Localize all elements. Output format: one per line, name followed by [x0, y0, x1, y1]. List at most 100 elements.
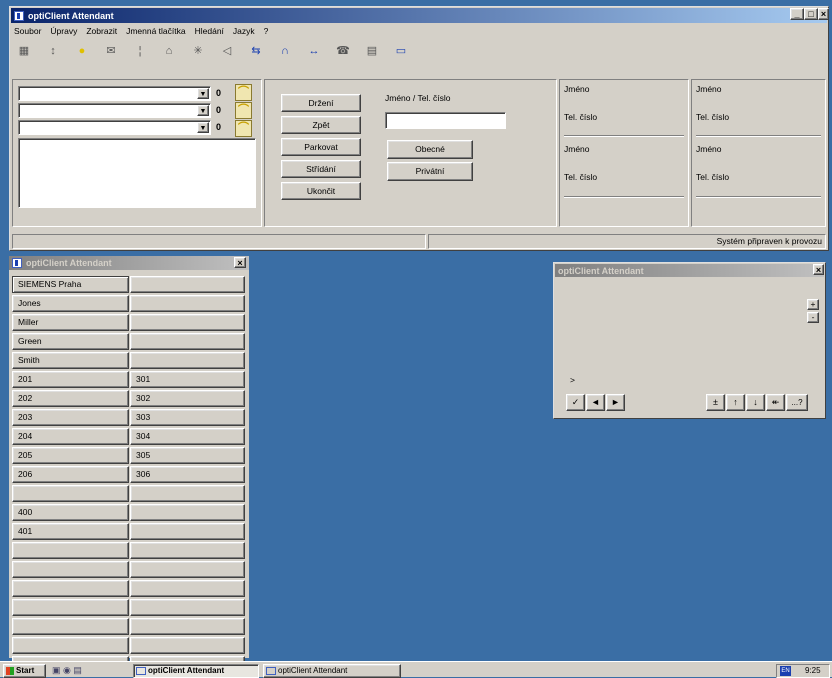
scroll-up-button[interactable]: +: [807, 299, 819, 310]
name-key-button[interactable]: 303: [130, 409, 245, 426]
name-key-button[interactable]: Smith: [12, 352, 129, 369]
close-button[interactable]: ×: [813, 264, 824, 275]
name-key-button[interactable]: [12, 637, 129, 654]
name-key-button[interactable]: 205: [12, 447, 129, 464]
name-key-button[interactable]: SIEMENS Praha: [12, 276, 129, 293]
name-key-button[interactable]: Jones: [12, 295, 129, 312]
menu-soubor[interactable]: Soubor: [13, 25, 42, 39]
minimize-button[interactable]: _: [790, 8, 804, 20]
name-key-button[interactable]: [130, 295, 245, 312]
right-arrow-button[interactable]: ►: [606, 394, 625, 411]
name-key-button[interactable]: [12, 561, 129, 578]
handset-icon[interactable]: ⌒: [235, 120, 252, 137]
toggle-button[interactable]: Střídání: [281, 160, 361, 178]
park-button[interactable]: Parkovat: [281, 138, 361, 156]
pin-icon[interactable]: ↕: [45, 43, 61, 59]
name-key-button[interactable]: [130, 276, 245, 293]
dialpad-title-bar[interactable]: optiClient Attendant: [555, 264, 824, 277]
menu-jazyk[interactable]: Jazyk: [232, 25, 256, 39]
backspace-button[interactable]: ↞: [766, 394, 785, 411]
name-key-button[interactable]: [130, 523, 245, 540]
chevron-down-icon[interactable]: ▼: [197, 88, 209, 99]
name-key-button[interactable]: 203: [12, 409, 129, 426]
handset-icon[interactable]: ⌒: [235, 84, 252, 101]
name-key-button[interactable]: [130, 580, 245, 597]
main-title-bar[interactable]: optiClient Attendant: [11, 8, 827, 23]
start-button[interactable]: Start: [3, 664, 46, 678]
name-key-button[interactable]: [130, 637, 245, 654]
phonebook-icon[interactable]: ☎: [335, 43, 351, 59]
spark-icon[interactable]: ✳: [190, 43, 206, 59]
back-button[interactable]: Zpět: [281, 116, 361, 134]
name-key-button[interactable]: 304: [130, 428, 245, 445]
headset-icon[interactable]: ∩: [277, 43, 293, 59]
chevron-down-icon[interactable]: ▼: [197, 105, 209, 116]
envelope-icon[interactable]: ✉: [103, 43, 119, 59]
name-key-button[interactable]: [130, 314, 245, 331]
private-button[interactable]: Privátní: [387, 162, 473, 181]
menu-hledani[interactable]: Hledání: [194, 25, 225, 39]
language-indicator[interactable]: EN: [780, 666, 791, 676]
line-combo-1[interactable]: ▼: [18, 86, 211, 101]
folder-icon[interactable]: ▤: [364, 43, 380, 59]
hands-icon[interactable]: ⌂: [161, 43, 177, 59]
name-key-button[interactable]: [130, 485, 245, 502]
name-key-button[interactable]: [130, 618, 245, 635]
up-arrow-button[interactable]: ↑: [726, 394, 745, 411]
arrows-icon[interactable]: ↔: [306, 43, 322, 59]
confirm-button[interactable]: ✓: [566, 394, 585, 411]
name-key-button[interactable]: 204: [12, 428, 129, 445]
name-key-button[interactable]: 401: [12, 523, 129, 540]
name-key-button[interactable]: [130, 561, 245, 578]
screen-icon[interactable]: ▭: [393, 43, 409, 59]
maximize-button[interactable]: □: [804, 8, 818, 20]
menu-help[interactable]: ?: [263, 25, 270, 39]
name-key-button[interactable]: [130, 504, 245, 521]
name-key-button[interactable]: [130, 599, 245, 616]
keypad-icon[interactable]: ▦: [16, 43, 32, 59]
name-key-button[interactable]: Miller: [12, 314, 129, 331]
desktop-icon[interactable]: ▣: [52, 665, 61, 675]
left-arrow-button[interactable]: ◄: [586, 394, 605, 411]
name-key-button[interactable]: Green: [12, 333, 129, 350]
handset-icon[interactable]: ⌒: [235, 102, 252, 119]
menu-jmenna-tlacitka[interactable]: Jmenná tlačítka: [125, 25, 187, 39]
menu-zobrazit[interactable]: Zobrazit: [85, 25, 118, 39]
close-button[interactable]: ×: [234, 257, 246, 268]
name-key-button[interactable]: [130, 352, 245, 369]
name-number-input[interactable]: [385, 112, 506, 129]
name-key-button[interactable]: 302: [130, 390, 245, 407]
name-key-button[interactable]: [130, 333, 245, 350]
name-key-button[interactable]: 202: [12, 390, 129, 407]
list-title-bar[interactable]: optiClient Attendant: [9, 256, 249, 270]
name-key-button[interactable]: [12, 542, 129, 559]
help-button[interactable]: ...?: [786, 394, 808, 411]
plus-minus-button[interactable]: ±: [706, 394, 725, 411]
name-key-button[interactable]: 305: [130, 447, 245, 464]
scroll-down-button[interactable]: -: [807, 312, 819, 323]
line-combo-3[interactable]: ▼: [18, 120, 211, 135]
transfer-icon[interactable]: ⇆: [248, 43, 264, 59]
browser-icon[interactable]: ◉: [63, 665, 71, 675]
speaker-icon[interactable]: ◁: [219, 43, 235, 59]
contact-panel-1[interactable]: Jméno Tel. číslo Jméno Tel. číslo: [559, 79, 689, 227]
bulb-icon[interactable]: ●: [74, 43, 90, 59]
close-button[interactable]: ×: [818, 8, 829, 20]
public-button[interactable]: Obecné: [387, 140, 473, 159]
name-key-button[interactable]: 301: [130, 371, 245, 388]
task-button[interactable]: optiClient Attendant: [263, 664, 401, 678]
down-arrow-button[interactable]: ↓: [746, 394, 765, 411]
end-call-button[interactable]: Ukončit: [281, 182, 361, 200]
explorer-icon[interactable]: ▤: [73, 665, 82, 675]
name-key-button[interactable]: 306: [130, 466, 245, 483]
name-key-button[interactable]: [12, 599, 129, 616]
name-key-button[interactable]: 206: [12, 466, 129, 483]
contact-panel-2[interactable]: Jméno Tel. číslo Jméno Tel. číslo: [691, 79, 826, 227]
name-key-button[interactable]: 400: [12, 504, 129, 521]
hold-button[interactable]: Držení: [281, 94, 361, 112]
pin-icon-2[interactable]: ¦: [132, 43, 148, 59]
menu-upravy[interactable]: Úpravy: [49, 25, 78, 39]
name-key-button[interactable]: [12, 618, 129, 635]
name-key-button[interactable]: [12, 580, 129, 597]
chevron-down-icon[interactable]: ▼: [197, 122, 209, 133]
